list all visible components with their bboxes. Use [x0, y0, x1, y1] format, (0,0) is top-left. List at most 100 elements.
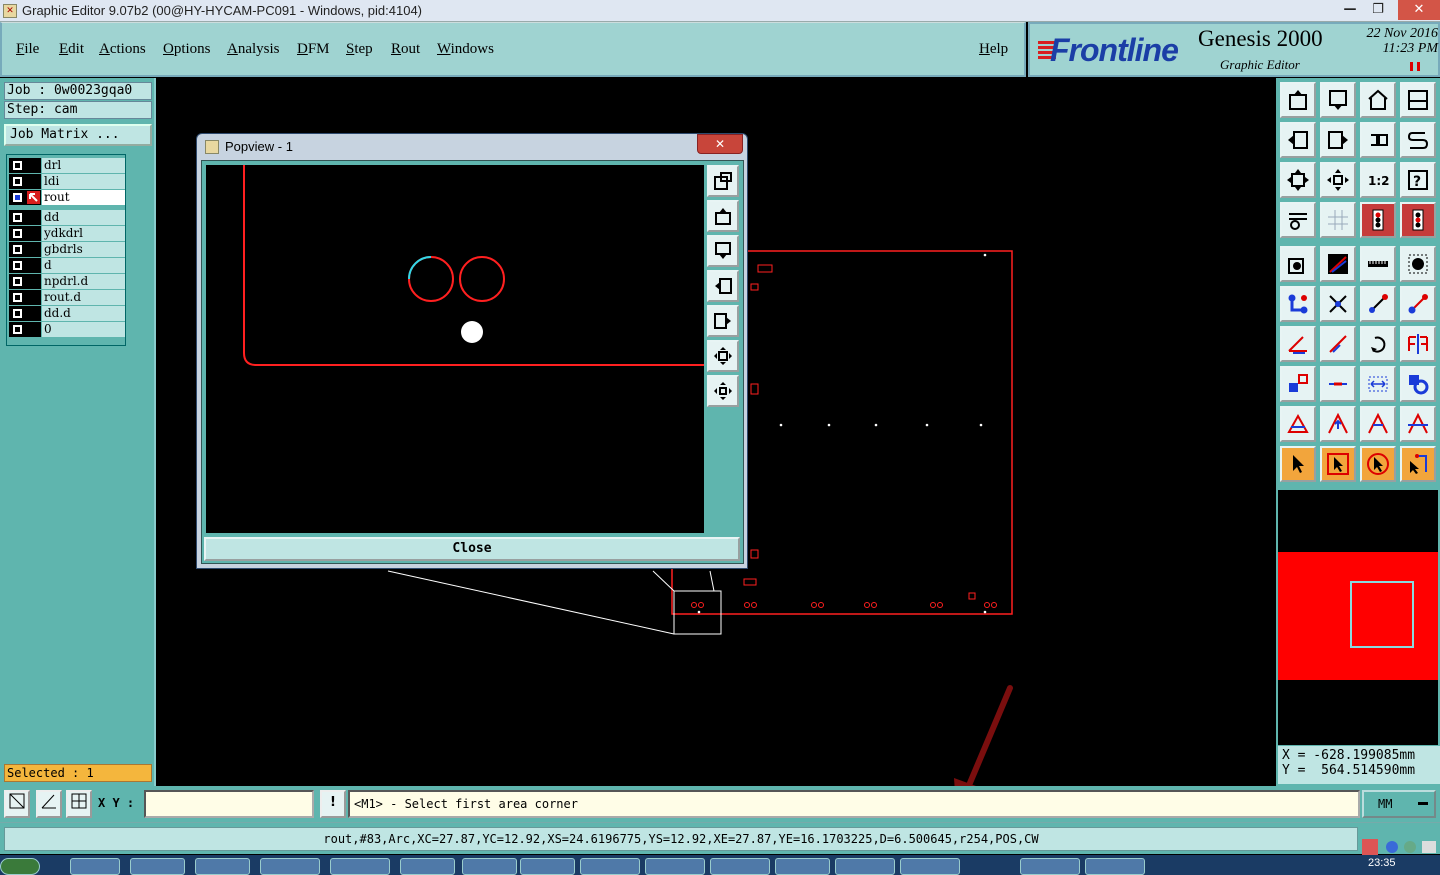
- layer-item[interactable]: d: [9, 258, 125, 273]
- extend-button[interactable]: [1360, 406, 1396, 442]
- copy-button[interactable]: [1280, 366, 1316, 402]
- redraw-button[interactable]: [1360, 122, 1396, 158]
- add-round-button[interactable]: [1400, 246, 1436, 282]
- layer-checkbox[interactable]: [9, 174, 41, 189]
- popview-window-button[interactable]: [707, 165, 739, 197]
- menu-analysis[interactable]: Analysis: [227, 41, 280, 58]
- menu-step[interactable]: Step: [346, 41, 373, 58]
- intersect-button[interactable]: [1320, 286, 1356, 322]
- popview-zoom-fit-button[interactable]: [707, 340, 739, 372]
- zoom-fit-button[interactable]: [1280, 162, 1316, 198]
- mini-map-view-box[interactable]: [1350, 581, 1414, 648]
- rotate-button[interactable]: [1360, 326, 1396, 362]
- menu-actions[interactable]: Actions: [99, 41, 146, 58]
- layer-checkbox[interactable]: [9, 322, 41, 337]
- taskbar-item[interactable]: [900, 858, 960, 875]
- angle-snap-button[interactable]: [36, 790, 62, 818]
- taskbar-item[interactable]: [330, 858, 390, 875]
- pan-right-button[interactable]: [1320, 122, 1356, 158]
- taskbar-item[interactable]: [710, 858, 770, 875]
- menu-help[interactable]: Help: [979, 41, 1008, 58]
- select-net-button[interactable]: [1400, 446, 1436, 482]
- zoom-home-button[interactable]: [1280, 82, 1316, 118]
- popview-pan-up-button[interactable]: [707, 200, 739, 232]
- popview-pan-left-button[interactable]: [707, 270, 739, 302]
- start-button[interactable]: [0, 858, 40, 875]
- grid-snap-button[interactable]: [66, 790, 92, 818]
- add-line-button[interactable]: [1320, 246, 1356, 282]
- close-window-button[interactable]: ✕: [1398, 0, 1440, 20]
- mirror-button[interactable]: [1400, 326, 1436, 362]
- slope-button[interactable]: [1320, 326, 1356, 362]
- menu-windows[interactable]: Windows: [437, 41, 494, 58]
- warning-button[interactable]: !: [320, 790, 346, 818]
- connect-button[interactable]: [1280, 286, 1316, 322]
- menu-dfm[interactable]: DFM: [297, 41, 330, 58]
- maximize-button[interactable]: ❐: [1364, 0, 1392, 20]
- move-point-button[interactable]: [1360, 286, 1396, 322]
- xy-input[interactable]: [144, 790, 314, 818]
- zoom-extent-button[interactable]: [1320, 162, 1356, 198]
- layer-checkbox[interactable]: [9, 158, 41, 173]
- select-circle-button[interactable]: [1360, 446, 1396, 482]
- stretch-button[interactable]: [1400, 286, 1436, 322]
- taskbar-item[interactable]: [835, 858, 895, 875]
- transform-button[interactable]: [1400, 366, 1436, 402]
- query-button[interactable]: ?: [1400, 162, 1436, 198]
- layer-checkbox[interactable]: [9, 258, 41, 273]
- chamfer-button[interactable]: [1320, 406, 1356, 442]
- popview-canvas[interactable]: [206, 165, 704, 533]
- layer-checkbox[interactable]: [9, 306, 41, 321]
- layer-item[interactable]: ydkdrl: [9, 226, 125, 241]
- select-box-button[interactable]: [1320, 446, 1356, 482]
- layer-checkbox[interactable]: [9, 274, 41, 289]
- angle-button[interactable]: [1280, 326, 1316, 362]
- mini-map[interactable]: [1278, 490, 1438, 745]
- job-matrix-button[interactable]: Job Matrix ...: [4, 124, 152, 146]
- select-button[interactable]: [1280, 446, 1316, 482]
- popview-close-button[interactable]: Close: [204, 537, 740, 561]
- taskbar-item[interactable]: [400, 858, 455, 875]
- pan-down-button[interactable]: [1320, 82, 1356, 118]
- layer-checkbox[interactable]: [9, 226, 41, 241]
- taskbar-item[interactable]: [1020, 858, 1080, 875]
- taskbar-item[interactable]: [775, 858, 830, 875]
- home-view-button[interactable]: [1360, 82, 1396, 118]
- layer-checkbox[interactable]: [9, 290, 41, 305]
- snap-mode-button[interactable]: [4, 790, 30, 818]
- add-text-button[interactable]: [1360, 246, 1396, 282]
- add-pad-button[interactable]: [1280, 246, 1316, 282]
- layer-checkbox[interactable]: [9, 190, 41, 205]
- taskbar-item[interactable]: [260, 858, 320, 875]
- grid-button[interactable]: [1320, 202, 1356, 238]
- layer-item[interactable]: gbdrls: [9, 242, 125, 257]
- taskbar-item[interactable]: [1085, 858, 1145, 875]
- layer-item[interactable]: rout.d: [9, 290, 125, 305]
- layer-item[interactable]: dd: [9, 210, 125, 225]
- resize-button[interactable]: [1360, 366, 1396, 402]
- window-fit-button[interactable]: [1400, 82, 1436, 118]
- popview-pan-right-button[interactable]: [707, 305, 739, 337]
- trim-button[interactable]: [1400, 406, 1436, 442]
- minimize-button[interactable]: —: [1336, 0, 1364, 20]
- taskbar-item[interactable]: [520, 858, 575, 875]
- display-toggle-button[interactable]: [1400, 202, 1436, 238]
- layer-item[interactable]: dd.d: [9, 306, 125, 321]
- taskbar-item[interactable]: [130, 858, 185, 875]
- taskbar-item[interactable]: [645, 858, 705, 875]
- pan-left-button[interactable]: [1280, 122, 1316, 158]
- layer-item[interactable]: npdrl.d: [9, 274, 125, 289]
- taskbar-item[interactable]: [195, 858, 250, 875]
- snap-toggle-button[interactable]: [1360, 202, 1396, 238]
- popview-close-x-button[interactable]: ✕: [697, 134, 743, 154]
- popview-pan-down-button[interactable]: [707, 235, 739, 267]
- menu-file[interactable]: File: [16, 41, 39, 58]
- scale-1-2-button[interactable]: 1:2: [1360, 162, 1396, 198]
- menu-options[interactable]: Options: [163, 41, 211, 58]
- menu-edit[interactable]: Edit: [59, 41, 84, 58]
- taskbar-item[interactable]: [462, 858, 517, 875]
- menu-rout[interactable]: Rout: [391, 41, 420, 58]
- break-button[interactable]: [1320, 366, 1356, 402]
- taskbar-item[interactable]: [70, 858, 120, 875]
- layer-item-active[interactable]: rout: [9, 190, 125, 205]
